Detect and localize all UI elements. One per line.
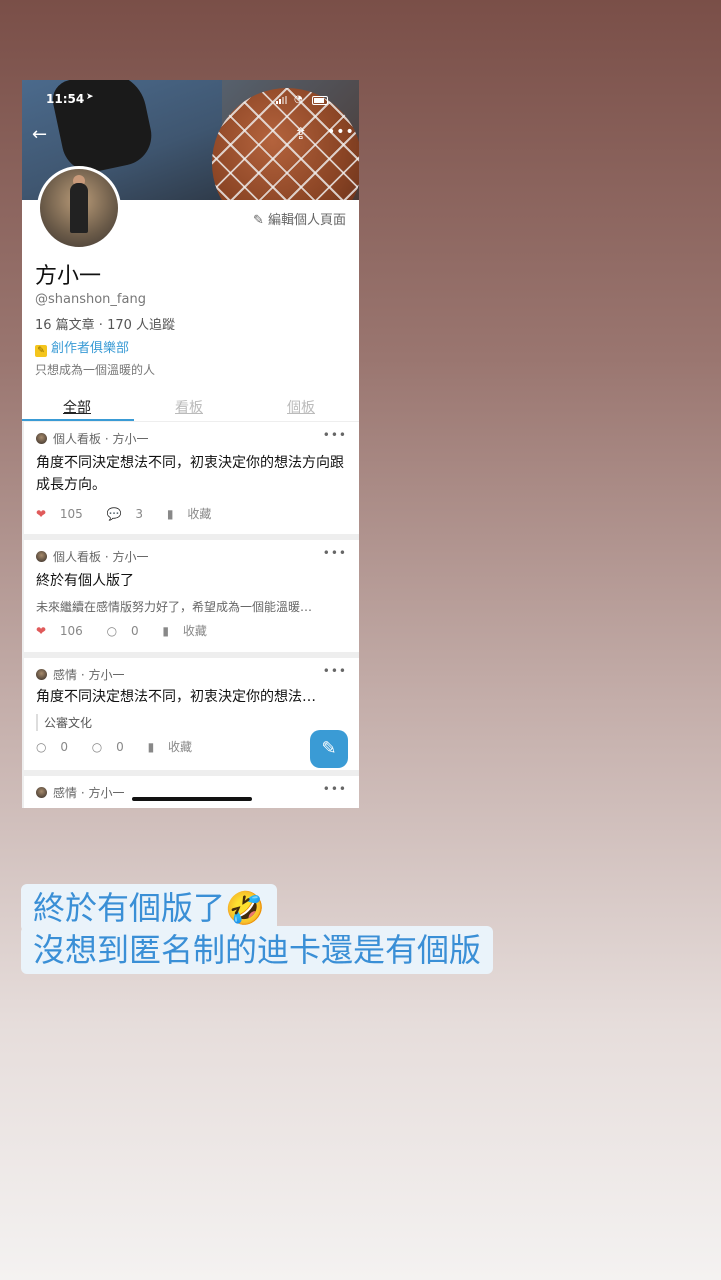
pencil-icon: ✎ [252,213,264,228]
save-label: 收藏 [182,624,207,638]
profile-tabs: 全部 看板 個板 [22,393,359,422]
post-title: 角度不同決定想法不同，初衷決定你的想法… [36,689,316,705]
edit-profile-button[interactable]: ✎ 編輯個人頁面 [253,209,346,228]
heart-icon: ❤ [36,507,47,521]
comment-count[interactable]: ○ 0 [92,740,134,754]
comment-icon: 💬 [106,507,122,521]
post-title: 角度不同決定想法不同，初衷決定你的想法方向跟成長方向。 [36,455,344,493]
profile-name: 方小一 [35,264,102,289]
save-button[interactable]: ▮ 收藏 [167,507,221,521]
post-meta-text: 感情 · 方小一 [53,668,125,682]
post-actions: ○ 0 ○ 0 ▮ 收藏 [36,738,212,755]
bookmark-icon: ▮ [162,624,170,638]
status-bar: 11:54 ➤ ◔ [22,90,359,110]
more-options-icon[interactable]: ••• [327,124,355,140]
post-actions: ❤ 105 💬 3 ▮ 收藏 [36,505,231,522]
comment-icon: ○ [106,624,118,638]
comment-count-text: 3 [135,507,144,521]
post-excerpt: 未來繼續在感情版努力好了，希望成為一個能溫暖… [36,600,313,614]
battery-icon [312,96,328,105]
active-tab-indicator [22,419,134,421]
post-more-icon[interactable]: ••• [323,664,347,678]
post-more-icon[interactable]: ••• [323,546,347,560]
edit-profile-label: 編輯個人頁面 [267,213,346,228]
creator-club-link[interactable]: ✎ 創作者俱樂部 [35,337,129,357]
comment-count[interactable]: 💬 3 [107,507,153,521]
share-icon[interactable]: ⇪ [294,124,307,143]
post-meta: 個人看板 · 方小一 [36,430,148,447]
bookmark-icon: ▮ [147,740,155,754]
comment-count[interactable]: ○ 0 [107,624,149,638]
like-count-text: 106 [59,624,83,638]
signal-icon [276,96,288,104]
comment-icon: ○ [91,740,103,754]
like-count[interactable]: ❤ 105 [36,507,93,521]
profile-screenshot: 11:54 ➤ ◔ ← ⇪ ••• ✎ 編輯個人頁面 方小一 @shanshon… [22,80,359,808]
author-avatar-icon [36,787,47,798]
avatar-body [70,183,88,233]
post-meta: 個人看板 · 方小一 [36,548,148,565]
post-meta-text: 個人看板 · 方小一 [53,432,149,446]
like-count-text: 105 [59,507,83,521]
post-meta-text: 個人看板 · 方小一 [53,550,149,564]
post-card[interactable]: 感情 · 方小一 ••• [24,776,359,808]
creator-club-label: 創作者俱樂部 [51,341,130,356]
post-feed: 個人看板 · 方小一 ••• 角度不同決定想法不同，初衷決定你的想法方向跟成長方… [22,422,359,808]
post-title: 終於有個人版了 [36,573,134,589]
save-label: 收藏 [187,507,212,521]
tab-boards[interactable]: 看板 [175,397,203,417]
profile-handle: @shanshon_fang [35,292,146,307]
author-avatar-icon [36,551,47,562]
post-topic-tag[interactable]: 公審文化 [36,714,92,731]
comment-count-text: 0 [116,740,124,754]
like-count[interactable]: ❤ 106 [36,624,93,638]
compose-button[interactable]: ✎ [310,730,348,768]
post-meta-text: 感情 · 方小一 [53,786,125,800]
story-caption-line-1: 終於有個版了🤣 [21,884,277,932]
heart-outline-icon: ○ [36,740,47,754]
creator-club-icon: ✎ [35,345,47,357]
post-more-icon[interactable]: ••• [323,782,347,796]
location-arrow-icon: ➤ [86,92,94,102]
profile-bio: 只想成為一個溫暖的人 [35,363,156,377]
status-time: 11:54 [46,92,85,106]
post-card[interactable]: 感情 · 方小一 ••• 角度不同決定想法不同，初衷決定你的想法… 公審文化 ○… [24,658,359,770]
profile-stats: 16 篇文章 · 170 人追蹤 [35,318,176,333]
save-button[interactable]: ▮ 收藏 [162,624,216,638]
author-avatar-icon [36,669,47,680]
like-count-text: 0 [60,740,68,754]
compose-icon: ✎ [321,738,337,759]
like-count[interactable]: ○ 0 [36,740,78,754]
post-card[interactable]: 個人看板 · 方小一 ••• 終於有個人版了 未來繼續在感情版努力好了，希望成為… [24,540,359,652]
back-arrow-icon[interactable]: ← [32,124,47,145]
author-avatar-icon [36,433,47,444]
comment-count-text: 0 [130,624,139,638]
tab-all[interactable]: 全部 [63,397,91,417]
tab-personal-board[interactable]: 個板 [287,397,315,417]
bookmark-icon: ▮ [166,507,174,521]
wifi-icon: ◔ [294,94,303,105]
post-meta: 感情 · 方小一 [36,784,124,801]
post-actions: ❤ 106 ○ 0 ▮ 收藏 [36,622,227,639]
post-card[interactable]: 個人看板 · 方小一 ••• 角度不同決定想法不同，初衷決定你的想法方向跟成長方… [24,422,359,534]
avatar[interactable] [37,166,121,250]
post-more-icon[interactable]: ••• [323,428,347,442]
save-button[interactable]: ▮ 收藏 [148,740,202,754]
home-indicator [132,797,252,801]
save-label: 收藏 [168,740,193,754]
story-caption-line-2: 沒想到匿名制的迪卡還是有個版 [21,926,494,974]
post-meta: 感情 · 方小一 [36,666,124,683]
heart-icon: ❤ [36,624,47,638]
